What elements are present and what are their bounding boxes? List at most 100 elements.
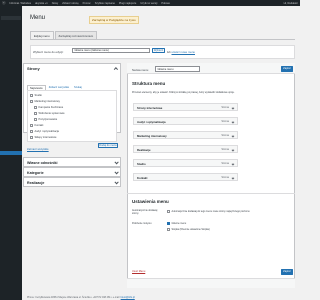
theme-location-label: Położenie motywu — [132, 222, 152, 225]
sidebar-item[interactable] — [1, 116, 21, 120]
structure-title: Struktura menu — [132, 81, 166, 86]
checkbox[interactable] — [167, 228, 170, 231]
accordion-categories[interactable]: Kategorie — [23, 167, 121, 177]
menu-footer-bar — [127, 278, 295, 288]
select-all-link[interactable]: Zaznacz wszystkie — [27, 148, 49, 151]
live-preview-button[interactable]: Zarządzaj w Podglądzie na żywo — [89, 16, 139, 24]
menu-item[interactable]: Marketing internetowy Strona — [133, 131, 238, 139]
checkbox[interactable] — [167, 222, 170, 225]
menu-name-input[interactable]: Główne menu — [155, 66, 200, 72]
wordpress-icon[interactable]: ⓦ — [2, 1, 6, 6]
checkbox[interactable] — [34, 112, 37, 115]
create-menu-link[interactable]: utwórz nowe menu — [172, 50, 195, 54]
sidebar-item[interactable] — [1, 196, 21, 200]
chevron-down-icon[interactable] — [231, 106, 235, 110]
checkbox[interactable] — [30, 94, 33, 97]
menu-item[interactable]: Strony internetowe Strona — [133, 103, 238, 111]
sidebar-item[interactable] — [1, 56, 21, 60]
checkbox[interactable] — [34, 118, 37, 121]
footer-text: Phone: Certyfikowana 48661 Miejsce Warsz… — [27, 296, 120, 299]
list-item[interactable]: Studio — [30, 94, 42, 97]
admin-sidebar — [0, 6, 22, 300]
footer-email-link[interactable]: biuro@info.pl — [121, 296, 135, 299]
save-menu-button[interactable]: Zapisz — [281, 269, 293, 275]
or-label: lub — [167, 50, 171, 54]
sidebar-item[interactable] — [1, 216, 21, 220]
adminbar-item[interactable]: Plugi najlepsze — [119, 2, 136, 5]
chevron-down-icon[interactable] — [231, 134, 235, 138]
footer: Phone: Certyfikowana 48661 Miejsce Warsz… — [27, 296, 135, 299]
location-option[interactable]: Główne menu — [167, 222, 186, 225]
pages-title: Strony — [27, 66, 40, 71]
list-item[interactable]: Wdrożenie systemowe — [34, 112, 65, 115]
sidebar-item[interactable] — [1, 176, 21, 180]
sidebar-item[interactable] — [1, 46, 21, 50]
delete-menu-link[interactable]: Usuń Menu — [132, 270, 145, 273]
location-option[interactable]: Stopka (Obecnie ustawione Stopka) — [167, 228, 210, 231]
chevron-down-icon[interactable] — [231, 162, 235, 166]
select-button[interactable]: Wybierz — [152, 48, 165, 53]
list-item[interactable]: Sklepy internetowe — [30, 136, 56, 139]
menu-name-label: Nazwa menu — [132, 68, 149, 72]
checkbox[interactable] — [30, 100, 33, 103]
sidebar-item[interactable] — [1, 76, 21, 80]
pages-panel-title[interactable]: Strony — [24, 64, 120, 73]
auto-add-option[interactable]: Automatycznie dodawaj do tego menu nowe … — [167, 210, 250, 213]
add-to-menu-button[interactable]: Dodaj do menu — [98, 143, 118, 148]
list-item[interactable]: Kontakt — [30, 124, 43, 127]
menu-item[interactable]: Realizacje Strona — [133, 145, 238, 153]
page-title: Menu — [30, 15, 46, 21]
create-menu-text: lub utwórz nowe menu — [167, 50, 195, 54]
adminbar-item[interactable]: Pomoc — [83, 2, 91, 5]
adminbar-item[interactable]: Połowe — [161, 2, 170, 5]
auto-add-label: Automatycznie dodawaj strony — [132, 209, 158, 215]
adminbar-item[interactable]: Zobacz stronę — [62, 2, 78, 5]
sidebar-item[interactable] — [1, 141, 21, 145]
sidebar-item[interactable] — [1, 106, 21, 110]
adminbar-item[interactable]: Nowy — [52, 2, 59, 5]
sidebar-item[interactable] — [1, 16, 21, 20]
adminbar-item[interactable]: Szybkie zapisane — [95, 2, 115, 5]
settings-title: Ustawienia menu — [132, 199, 169, 204]
chevron-down-icon[interactable] — [231, 176, 235, 180]
list-item[interactable]: Audyt i optymalizacja — [30, 130, 59, 133]
menu-item[interactable]: Audyt i optymalizacja Strona — [133, 117, 238, 125]
sidebar-item[interactable] — [1, 36, 21, 40]
chevron-up-icon[interactable] — [113, 67, 118, 72]
menu-item[interactable]: Kontakt Strona — [133, 173, 238, 181]
save-menu-button-top[interactable]: Zapisz — [281, 66, 293, 72]
chevron-down-icon — [113, 170, 118, 175]
adminbar-item[interactable]: akyrstia +1 — [35, 2, 48, 5]
chevron-down-icon — [113, 180, 118, 185]
sidebar-item[interactable] — [1, 66, 21, 70]
sidebar-item-appearance[interactable] — [0, 151, 22, 155]
sidebar-item[interactable] — [1, 26, 21, 30]
sidebar-item[interactable] — [1, 86, 21, 90]
sidebar-item[interactable] — [1, 166, 21, 170]
structure-help: Przenieś elementy, aby je ustawić. Klikn… — [132, 91, 235, 94]
checkbox[interactable] — [34, 106, 37, 109]
chevron-down-icon[interactable] — [231, 148, 235, 152]
accordion-custom-links[interactable]: Własne odnośniki — [23, 157, 121, 167]
checkbox[interactable] — [167, 210, 170, 213]
checkbox[interactable] — [30, 124, 33, 127]
sidebar-item[interactable] — [1, 186, 21, 190]
checkbox[interactable] — [30, 136, 33, 139]
sidebar-item[interactable] — [1, 96, 21, 100]
accordion-realizations[interactable]: Realizacje — [23, 177, 121, 187]
sidebar-item[interactable] — [1, 126, 21, 130]
accordion-title: Własne odnośniki — [27, 161, 58, 165]
sidebar-item[interactable] — [1, 206, 21, 210]
adminbar-user[interactable]: Hi, Redaktor — [284, 2, 298, 5]
menu-header-bar — [127, 63, 295, 74]
menu-select[interactable]: Główne menu (Główne menu) — [72, 48, 150, 53]
list-item[interactable]: Pozycjonowanie — [34, 118, 57, 121]
chevron-down-icon — [113, 160, 118, 165]
menu-item[interactable]: Studio Strona — [133, 159, 238, 167]
list-item[interactable]: Marketing internetowy — [30, 100, 60, 103]
adminbar-item[interactable]: Użytki w wersji — [140, 2, 157, 5]
checkbox[interactable] — [30, 130, 33, 133]
chevron-down-icon[interactable] — [231, 120, 235, 124]
adminbar-item[interactable]: Infor­mat. Websites — [10, 2, 32, 5]
list-item[interactable]: Kampanie Kuchniane — [34, 106, 63, 109]
